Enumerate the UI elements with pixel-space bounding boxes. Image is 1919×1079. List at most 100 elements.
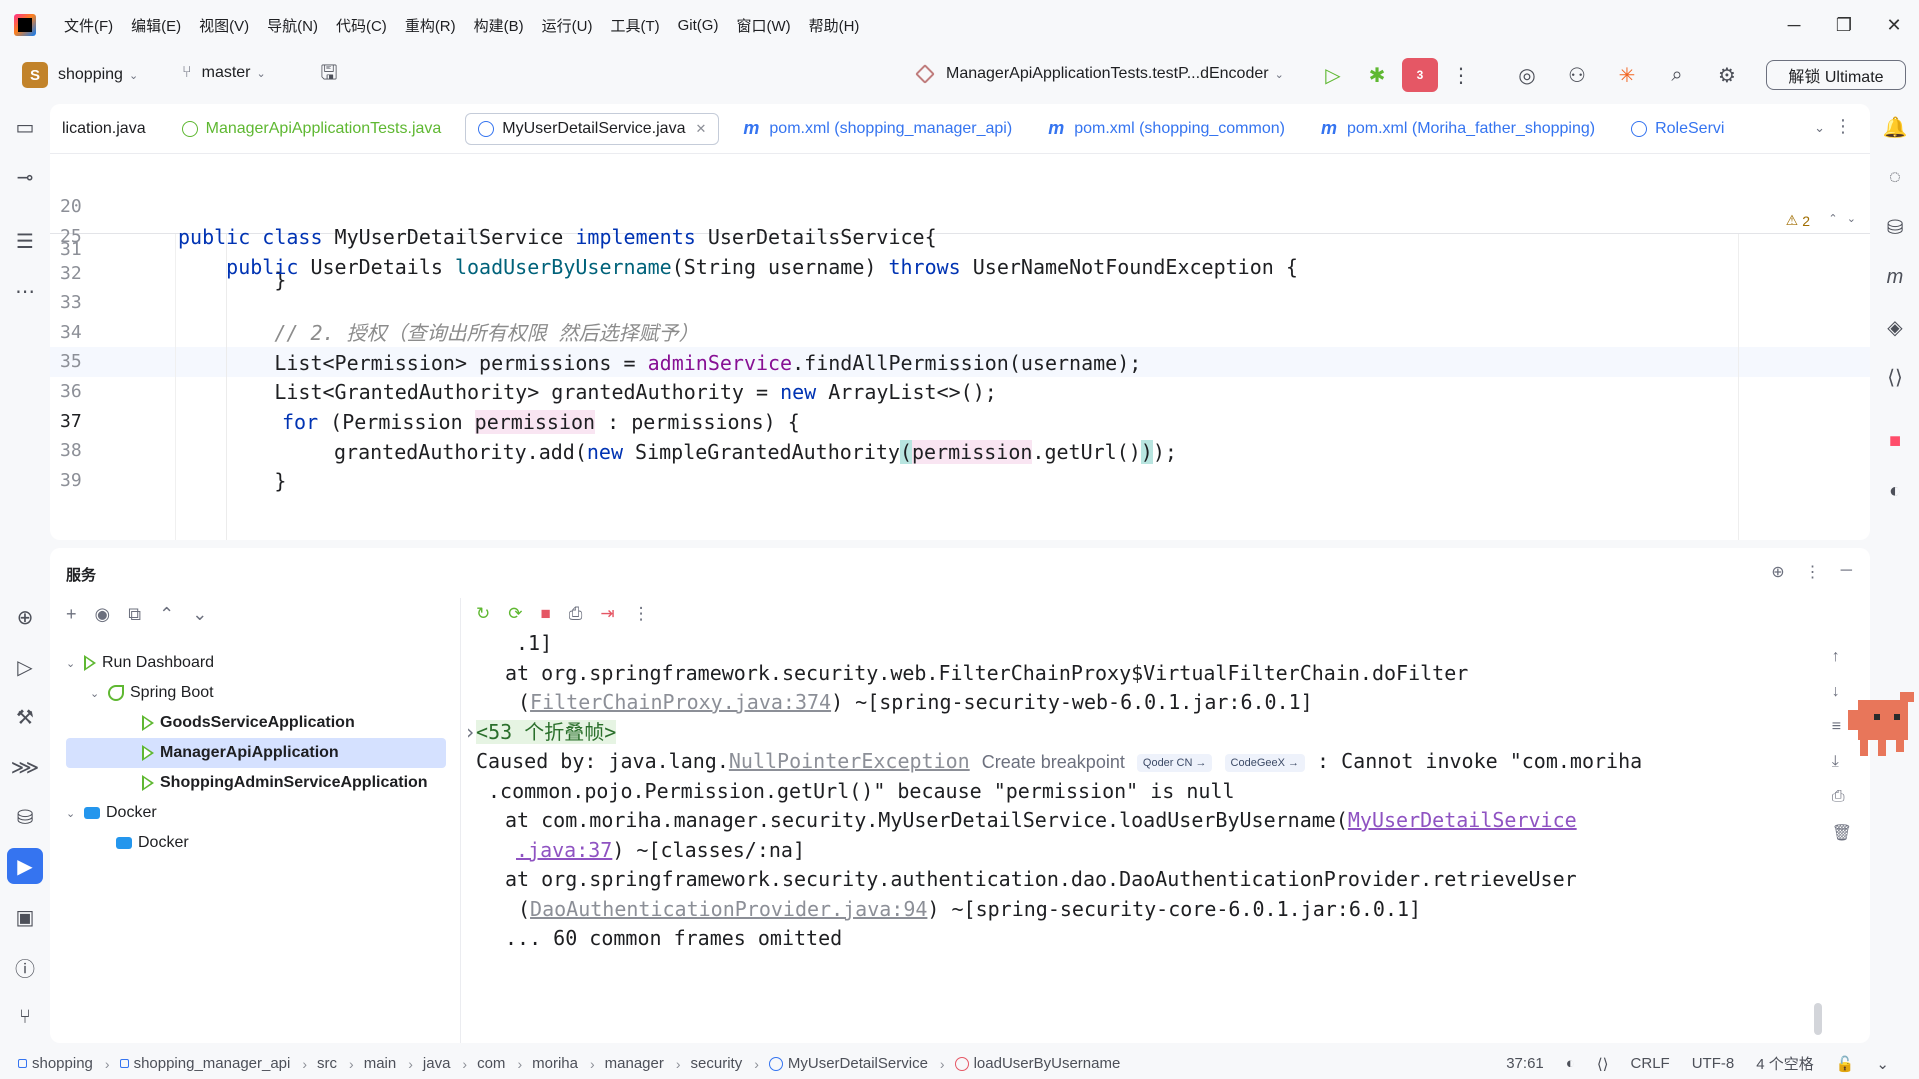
project-selector[interactable]: S shopping ⌄ [22,62,138,88]
debug-icon[interactable]: ✱ [1364,62,1390,88]
crumb-method[interactable]: loadUserByUsername [954,1055,1120,1072]
target-icon[interactable]: ⊕ [1771,562,1784,582]
menu-navigate[interactable]: 导航(N) [267,15,318,36]
git-icon[interactable]: ⑂ [12,1004,38,1030]
console-output[interactable]: .1] at org.springframework.security.web.… [460,628,1870,1038]
structure-icon[interactable]: ☰ [12,228,38,254]
menu-help[interactable]: 帮助(H) [809,15,860,36]
notifications-icon[interactable]: 🔔 [1882,114,1908,140]
print-icon[interactable]: ⎙ [1832,788,1852,806]
new-tab-icon[interactable]: ⧉ [128,604,141,625]
restore-icon[interactable]: ❐ [1819,0,1869,50]
exception-link[interactable]: NullPointerException [729,749,970,773]
panel-more-icon[interactable]: ⋮ [1805,562,1821,582]
plugin-red-icon[interactable]: ■ [1882,428,1908,454]
menu-edit[interactable]: 编辑(E) [131,15,181,36]
tab-application-java[interactable]: lication.java [50,113,158,145]
menu-file[interactable]: 文件(F) [64,15,113,36]
rerun-debug-icon[interactable]: ⟳ [508,604,522,624]
code-line[interactable]: 34 List<Permission> permissions = adminS… [50,288,1870,375]
code-line-current[interactable]: 37 grantedAuthority.add(new SimpleGrante… [50,377,1870,464]
sticky-line[interactable]: 25 public UserDetails loadUserByUsername… [50,192,1870,279]
python-icon[interactable]: ◈ [1882,314,1908,340]
crumb-moriha[interactable]: moriha [532,1055,578,1072]
expand-all-icon[interactable]: ⌃ [159,604,174,625]
menu-git[interactable]: Git(G) [678,17,719,34]
inspection-nav[interactable]: ⌃ ⌄ [1828,212,1856,225]
chevron-right-icon[interactable]: › [464,720,476,744]
crumb-class[interactable]: MyUserDetailService [768,1055,928,1072]
crumb-java[interactable]: java [423,1055,451,1072]
add-service-icon[interactable]: + [66,604,77,625]
tree-manager-api[interactable]: ManagerApiApplication [142,739,339,767]
console-scrollbar[interactable] [1814,1003,1822,1035]
tab-pom-manager-api[interactable]: m pom.xml (shopping_manager_api) [731,113,1024,145]
plugin-spark-icon[interactable]: ✳ [1614,62,1640,88]
terminal-chevrons-icon[interactable]: ⋙ [11,754,39,780]
codegeex-chip[interactable]: CodeGeeX → [1224,753,1305,772]
menu-refactor[interactable]: 重构(R) [405,15,456,36]
line-separator[interactable]: CRLF [1631,1055,1670,1072]
console-more-icon[interactable]: ⋮ [633,604,650,624]
file-encoding[interactable]: UTF-8 [1692,1055,1735,1072]
scroll-up-icon[interactable]: ↑ [1832,648,1852,666]
close-icon[interactable]: ✕ [1869,0,1919,50]
add-user-icon[interactable]: ⚇ [1564,62,1590,88]
crumb-project[interactable]: shopping [18,1055,93,1072]
qoder-chip[interactable]: Qoder CN → [1136,753,1213,772]
web-icon[interactable]: ⊕ [12,604,38,630]
sticky-line[interactable]: 20 public class MyUserDetailService impl… [50,162,1870,249]
collapse-all-icon[interactable]: ⌄ [192,604,207,625]
folded-frames[interactable]: <53 个折叠帧> [476,720,617,744]
close-tab-icon[interactable]: ✕ [695,121,706,137]
tree-goods-service[interactable]: GoodsServiceApplication [142,709,355,737]
unlock-ultimate-button[interactable]: 解锁 Ultimate [1766,60,1906,90]
chevron-down-icon[interactable]: ⌄ [66,807,84,820]
create-breakpoint-link[interactable]: Create breakpoint [982,752,1125,772]
save-icon[interactable]: 🖫 [316,62,342,88]
exit-icon[interactable]: ⇥ [600,604,614,624]
ai-chat-icon[interactable]: ◌ [1882,164,1908,190]
source-link[interactable]: DaoAuthenticationProvider.java:94 [530,897,927,921]
commit-icon[interactable]: ⊸ [12,164,38,190]
chevron-down-icon[interactable]: ⌄ [66,657,84,670]
services-tool-icon[interactable]: ▶ [7,848,43,884]
build-hammer-icon[interactable]: ⚒ [12,704,38,730]
chevron-down-icon[interactable]: ⌄ [90,687,108,700]
chevron-down-icon[interactable]: ⌄ [1814,120,1825,136]
code-line[interactable]: 38 } [50,406,1870,493]
ai-assistant-icon[interactable]: ◎ [1514,62,1540,88]
rerun-icon[interactable]: ↻ [476,604,490,624]
menu-run[interactable]: 运行(U) [542,15,593,36]
project-folder-icon[interactable]: ▭ [12,114,38,140]
menu-tools[interactable]: 工具(T) [610,15,659,36]
tab-my-user-detail-service[interactable]: MyUserDetailService.java ✕ [465,112,720,145]
run-icon[interactable]: ▷ [1320,62,1346,88]
screenshot-icon[interactable]: ⎙ [569,604,583,624]
tree-spring-boot[interactable]: ⌄ Spring Boot [90,679,214,707]
tree-docker[interactable]: Docker [116,829,189,857]
source-link[interactable]: .java:37 [516,838,612,862]
tree-shopping-admin[interactable]: ShoppingAdminServiceApplication [142,769,428,797]
database-icon[interactable]: ⛁ [1882,214,1908,240]
copilot-status-icon[interactable]: ◐ [1566,1055,1575,1072]
inspection-widget[interactable]: ⚠ 2 [1786,212,1810,229]
code-line[interactable]: 35 List<GrantedAuthority> grantedAuthori… [50,317,1870,404]
more-actions-icon[interactable]: ⋮ [1448,62,1474,88]
menu-build[interactable]: 构建(B) [474,15,524,36]
code-line[interactable]: 36 for (Permission permission : permissi… [50,347,1870,434]
menu-window[interactable]: 窗口(W) [736,15,790,36]
crumb-src[interactable]: src [317,1055,337,1072]
lock-icon[interactable]: 🔓 [1836,1055,1855,1073]
tab-pom-father[interactable]: m pom.xml (Moriha_father_shopping) [1309,113,1607,145]
status-expand-icon[interactable]: ⌄ [1876,1055,1889,1073]
caret-position[interactable]: 37:61 [1506,1055,1544,1072]
more-tools-icon[interactable]: ⋯ [12,278,38,304]
crumb-com[interactable]: com [477,1055,505,1072]
stop-icon[interactable]: ■ [541,604,551,624]
tabs-more-icon[interactable]: ⋮ [1834,116,1852,137]
run-tool-icon[interactable]: ▷ [12,654,38,680]
crumb-security[interactable]: security [691,1055,743,1072]
eye-icon[interactable]: ◉ [95,604,111,625]
minimize-icon[interactable]: ─ [1769,0,1819,50]
